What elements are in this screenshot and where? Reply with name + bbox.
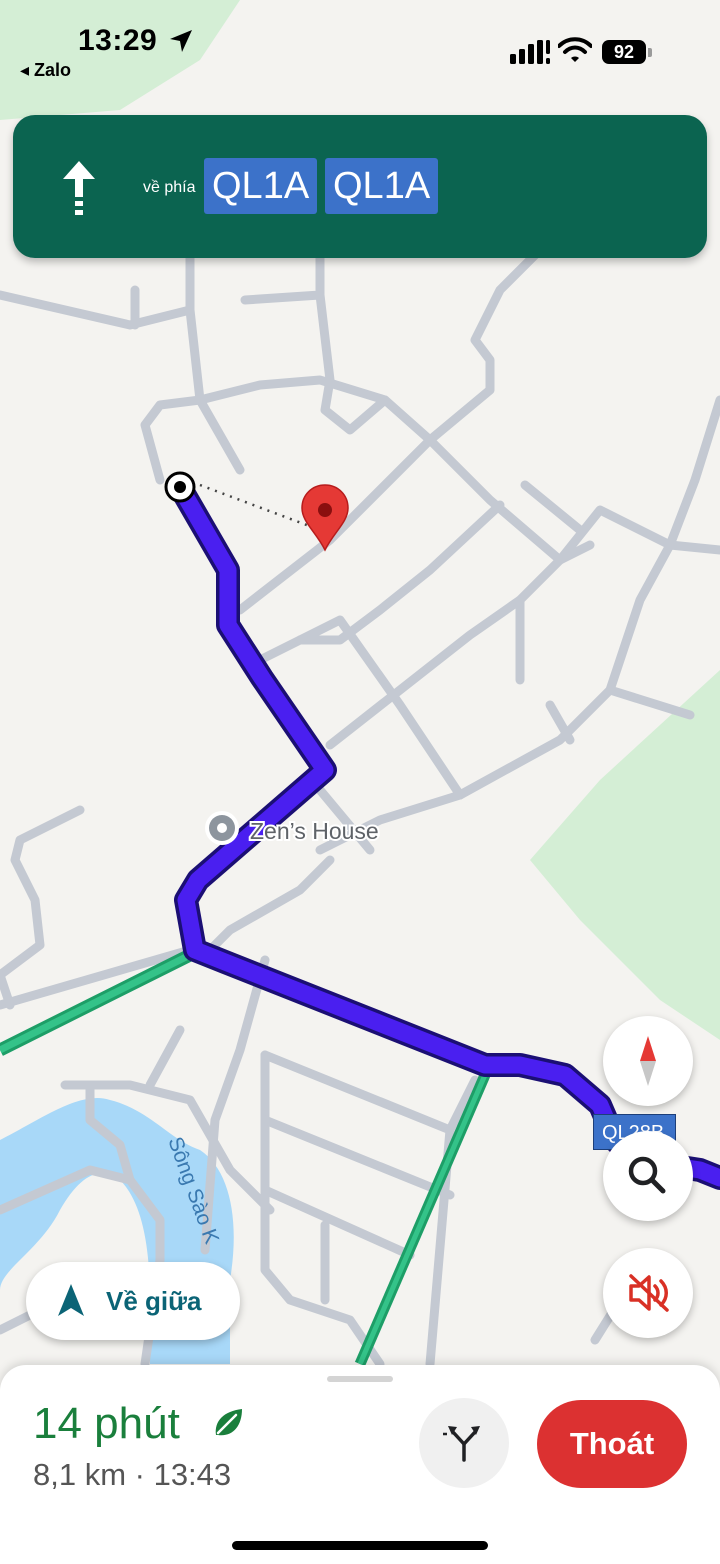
fork-routes-icon bbox=[443, 1426, 480, 1462]
back-to-app-link[interactable]: ◂ Zalo bbox=[20, 60, 71, 81]
cellular-signal-icon bbox=[510, 40, 550, 64]
trip-summary-sheet[interactable]: 14 phút 8,1 km · 13:43 Thoát bbox=[0, 1365, 720, 1564]
place-marker-icon bbox=[205, 811, 239, 845]
compass-button[interactable] bbox=[603, 1016, 693, 1106]
battery-tip bbox=[648, 48, 652, 57]
navigation-instruction-banner[interactable]: về phía QL1A QL1A bbox=[13, 115, 707, 258]
wifi-icon bbox=[558, 37, 592, 62]
road-shield: QL1A bbox=[204, 158, 318, 214]
alternate-routes-button[interactable] bbox=[419, 1398, 509, 1488]
drag-handle[interactable] bbox=[327, 1376, 393, 1382]
road-shield: QL1A bbox=[325, 158, 439, 214]
status-bar: 13:29 ◂ Zalo 92 bbox=[0, 0, 720, 100]
clock: 13:29 bbox=[78, 24, 158, 57]
home-indicator[interactable] bbox=[232, 1541, 488, 1550]
search-button[interactable] bbox=[603, 1131, 693, 1221]
toward-label: về phía bbox=[143, 179, 196, 196]
recenter-button[interactable]: Về giữa bbox=[26, 1262, 240, 1340]
battery-indicator: 92 bbox=[602, 40, 654, 66]
place-label: Zen’s House bbox=[250, 818, 379, 844]
location-arrow-icon bbox=[170, 30, 192, 52]
eta-time: 14 phút bbox=[33, 1399, 180, 1448]
battery-level: 92 bbox=[602, 40, 646, 64]
distance-arrival: 8,1 km · 13:43 bbox=[33, 1457, 232, 1492]
mute-button[interactable] bbox=[603, 1248, 693, 1338]
origin-marker bbox=[164, 471, 196, 503]
straight-arrow-icon bbox=[63, 161, 95, 215]
navigation-arrow-icon bbox=[58, 1284, 84, 1316]
compass-icon bbox=[640, 1036, 656, 1086]
search-icon bbox=[628, 1156, 666, 1194]
recenter-label: Về giữa bbox=[106, 1286, 202, 1316]
eco-leaf-icon bbox=[215, 1409, 242, 1436]
exit-navigation-button[interactable]: Thoát bbox=[537, 1400, 687, 1488]
volume-mute-icon bbox=[629, 1274, 669, 1312]
